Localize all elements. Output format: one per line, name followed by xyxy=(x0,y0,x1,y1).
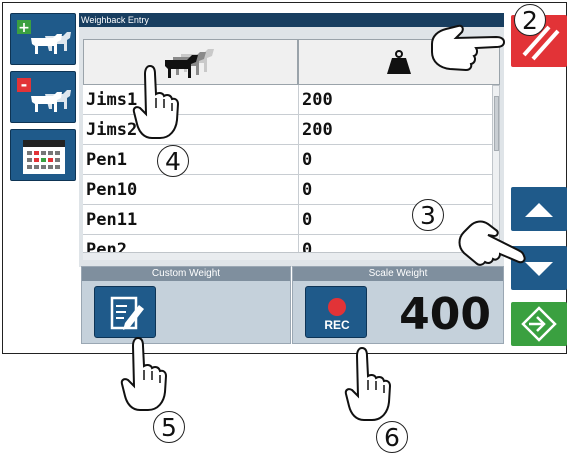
callout-6: 6 xyxy=(376,421,408,453)
row-weight: 200 xyxy=(298,115,333,145)
record-label: REC xyxy=(324,318,350,332)
remove-badge: - xyxy=(21,75,28,94)
row-weight: 0 xyxy=(298,175,312,205)
scroll-thumb[interactable] xyxy=(494,96,499,151)
enter-arrow-icon xyxy=(521,306,557,342)
pointing-hand-icon xyxy=(132,64,180,139)
table-row[interactable]: Pen1 0 xyxy=(83,145,492,175)
horizontal-scrollbar[interactable] xyxy=(83,252,500,260)
edit-icon xyxy=(110,296,144,330)
weight-icon xyxy=(387,50,411,74)
column-header-animal[interactable] xyxy=(83,39,298,85)
row-weight: 0 xyxy=(298,205,312,235)
row-name: Pen10 xyxy=(86,180,138,200)
scale-weight-value: 400 xyxy=(399,289,491,340)
remove-cattle-icon: - xyxy=(17,75,71,112)
pointing-hand-icon xyxy=(431,24,506,72)
pointing-hand-icon xyxy=(458,220,526,266)
add-cattle-icon: + xyxy=(17,20,71,54)
custom-weight-label: Custom Weight xyxy=(82,267,290,281)
remove-animal-button[interactable]: - xyxy=(10,71,76,123)
callout-3: 3 xyxy=(412,199,444,231)
add-badge: + xyxy=(18,20,30,36)
record-button[interactable]: REC xyxy=(305,286,367,338)
scale-weight-label: Scale Weight xyxy=(293,267,503,281)
row-name: Pen1 xyxy=(86,150,127,170)
callout-4: 4 xyxy=(157,145,189,177)
pointing-hand-icon xyxy=(120,336,168,411)
calendar-button[interactable] xyxy=(10,129,76,181)
pointing-hand-icon xyxy=(344,346,392,421)
custom-weight-edit-button[interactable] xyxy=(94,286,156,338)
calendar-icon xyxy=(23,140,65,174)
add-animal-button[interactable]: + xyxy=(10,13,76,65)
row-name: Pen11 xyxy=(86,210,138,230)
callout-2: 2 xyxy=(514,4,546,36)
callout-5: 5 xyxy=(153,411,185,443)
row-weight: 0 xyxy=(298,145,312,175)
enter-button[interactable] xyxy=(511,302,567,346)
row-weight: 200 xyxy=(298,85,333,115)
